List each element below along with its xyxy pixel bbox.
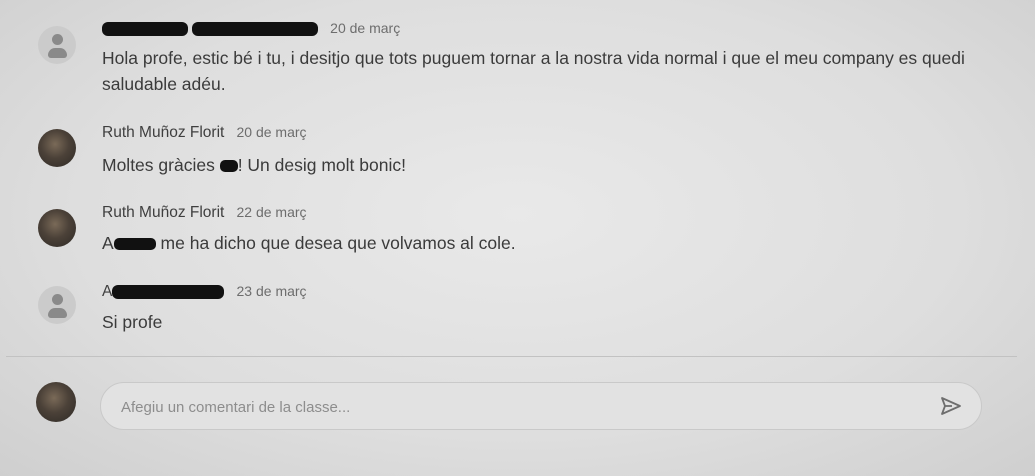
redacted-author	[102, 22, 188, 37]
comment-author: Ruth Muñoz Florit	[102, 204, 225, 221]
avatar	[38, 286, 76, 324]
comment-text-part: ! Un desig molt bonic!	[237, 155, 406, 175]
comment-date: 20 de març	[330, 20, 401, 36]
comment-meta: A 23 de març	[102, 280, 307, 302]
comment: A 23 de març Si profe	[38, 280, 998, 340]
avatar	[38, 209, 76, 247]
comment-date: 22 de març	[236, 204, 307, 220]
comment-author: Ruth Muñoz Florit	[102, 124, 225, 141]
comment-meta: 20 de març	[102, 17, 400, 39]
comment: Ruth Muñoz Florit 22 de març A me ha dic…	[38, 201, 998, 261]
avatar	[36, 382, 76, 422]
redacted-name	[113, 238, 156, 251]
person-icon	[52, 294, 63, 305]
send-button[interactable]	[939, 395, 963, 417]
comment-text: Si profe	[102, 312, 163, 332]
comment-box[interactable]	[100, 382, 982, 431]
comment-text: Moltes gràcies ! Un desig molt bonic!	[102, 152, 982, 178]
comment-text-part: Moltes gràcies	[102, 155, 220, 175]
comment-text-part: me ha dicho que desea que volvamos al co…	[155, 233, 516, 253]
redacted-author	[112, 285, 225, 300]
comment: Ruth Muñoz Florit 20 de març Moltes gràc…	[38, 121, 998, 181]
redacted-author	[192, 22, 318, 37]
comment-composer	[0, 357, 1035, 476]
person-icon	[52, 34, 63, 45]
comment-date: 23 de març	[236, 283, 307, 299]
send-icon	[941, 397, 961, 415]
comment-text-part: A	[102, 233, 114, 253]
comment: 20 de març Hola profe, estic bé i tu, i …	[38, 17, 998, 97]
avatar	[38, 129, 76, 167]
comment-meta: Ruth Muñoz Florit 22 de març	[102, 201, 307, 223]
comment-date: 20 de març	[236, 124, 307, 140]
comment-input[interactable]	[119, 383, 923, 431]
comment-text: Hola profe, estic bé i tu, i desitjo que…	[102, 48, 965, 94]
comment-text: A me ha dicho que desea que volvamos al …	[102, 230, 982, 256]
comment-author: A	[102, 283, 113, 300]
comment-thread: 20 de març Hola profe, estic bé i tu, i …	[0, 0, 1035, 356]
redacted-name	[219, 160, 238, 173]
avatar	[38, 26, 76, 64]
comment-meta: Ruth Muñoz Florit 20 de març	[102, 121, 307, 143]
